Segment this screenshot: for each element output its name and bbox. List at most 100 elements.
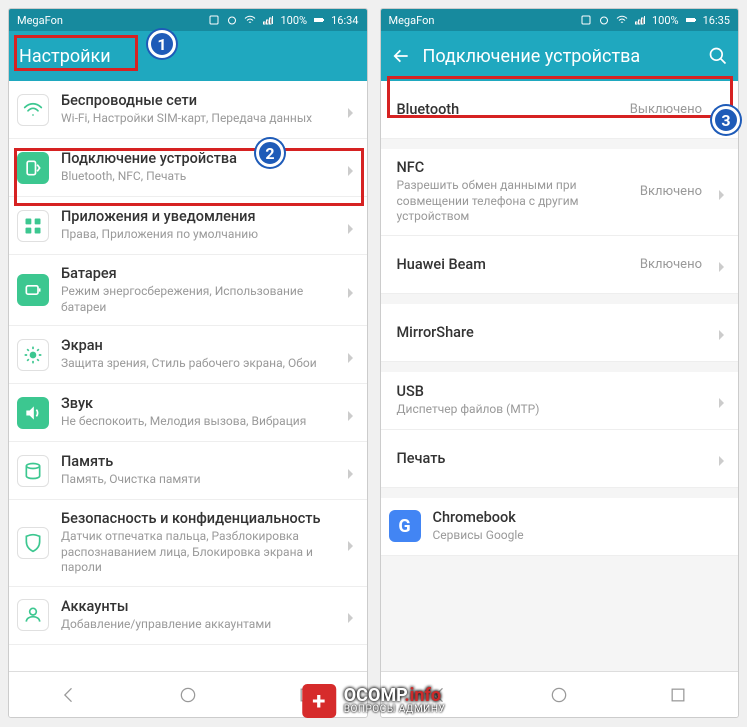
watermark-domain: .info	[404, 685, 441, 706]
row-title: Huawei Beam	[397, 256, 628, 273]
connection-list[interactable]: Bluetooth Выключено NFCРазрешить обмен д…	[381, 81, 739, 671]
status-bar: MegaFon 100% 16:34	[9, 9, 367, 31]
battery-icon	[685, 14, 697, 26]
row-print[interactable]: Печать	[381, 430, 739, 488]
chevron-right-icon	[347, 104, 355, 116]
phone-left: MegaFon 100% 16:34 Настройки Беспроводны…	[8, 8, 368, 718]
row-sub: Не беспокоить, Мелодия вызова, Вибрация	[61, 414, 335, 430]
row-security[interactable]: Безопасность и конфиденциальность Датчик …	[9, 500, 367, 587]
status-bar: MegaFon 100% 16:35	[381, 9, 739, 31]
row-title: Батарея	[61, 265, 335, 282]
row-device-connection[interactable]: Подключение устройстваBluetooth, NFC, Пе…	[9, 139, 367, 197]
watermark-icon: +	[302, 684, 336, 718]
nfc-status-icon	[208, 14, 220, 26]
row-storage[interactable]: Память Память, Очистка памяти	[9, 442, 367, 500]
alarm-icon	[226, 14, 238, 26]
row-value: Включено	[640, 184, 702, 199]
row-chromebook[interactable]: G Chromebook Сервисы Google	[381, 498, 739, 556]
chevron-right-icon	[718, 394, 726, 406]
settings-header: Настройки	[9, 31, 367, 81]
chevron-right-icon	[347, 537, 355, 549]
battery-label: 100%	[652, 14, 679, 27]
apps-icon	[17, 210, 49, 242]
chevron-right-icon	[718, 452, 726, 464]
chevron-right-icon	[347, 407, 355, 419]
row-title: Память	[61, 453, 335, 470]
chevron-right-icon	[347, 162, 355, 174]
row-sub: Диспетчер файлов (MTP)	[397, 402, 707, 418]
display-icon	[17, 339, 49, 371]
row-title: Беспроводные сети	[61, 92, 335, 109]
row-title: USB	[397, 383, 707, 400]
google-icon: G	[389, 510, 421, 542]
storage-icon	[17, 455, 49, 487]
chevron-right-icon	[347, 609, 355, 621]
time-label: 16:34	[331, 14, 358, 27]
chevron-right-icon	[347, 465, 355, 477]
device-connect-icon	[17, 152, 49, 184]
row-accounts[interactable]: АккаунтыДобавление/управление аккаунтами	[9, 587, 367, 645]
annotation-badge-3: 3	[712, 106, 740, 134]
row-title: Экран	[61, 337, 335, 354]
row-sound[interactable]: ЗвукНе беспокоить, Мелодия вызова, Вибра…	[9, 384, 367, 442]
chevron-right-icon	[347, 349, 355, 361]
row-title: Безопасность и конфиденциальность	[61, 510, 335, 527]
battery-icon	[17, 274, 49, 306]
row-apps[interactable]: Приложения и уведомленияПрава, Приложени…	[9, 197, 367, 255]
watermark: + OCOMP.info ВОПРОСЫ АДМИНУ	[302, 684, 446, 718]
settings-list[interactable]: Беспроводные сети Wi-Fi, Настройки SIM-ка…	[9, 81, 367, 671]
home-nav-button[interactable]	[549, 685, 569, 705]
row-sub: Bluetooth, NFC, Печать	[61, 169, 335, 185]
search-button[interactable]	[708, 46, 728, 66]
alarm-icon	[598, 14, 610, 26]
signal-icon	[262, 14, 274, 26]
wifi-icon	[616, 14, 628, 26]
row-value: Включено	[640, 257, 702, 272]
row-nfc[interactable]: NFCРазрешить обмен данными при совмещени…	[381, 149, 739, 236]
row-sub: Защита зрения, Стиль рабочего экрана, Об…	[61, 356, 335, 372]
chevron-right-icon	[718, 186, 726, 198]
watermark-name: OCOMP	[344, 685, 405, 706]
row-title: MirrorShare	[397, 324, 707, 341]
header-title: Подключение устройства	[423, 46, 641, 67]
row-huawei-beam[interactable]: Huawei Beam Включено	[381, 236, 739, 294]
row-mirrorshare[interactable]: MirrorShare	[381, 304, 739, 362]
row-title: Chromebook	[433, 509, 727, 526]
recent-nav-button[interactable]	[668, 685, 688, 705]
row-value: Выключено	[630, 102, 702, 117]
accounts-icon	[17, 599, 49, 631]
back-nav-button[interactable]	[59, 685, 79, 705]
row-bluetooth[interactable]: Bluetooth Выключено	[381, 81, 739, 139]
row-wireless[interactable]: Беспроводные сети Wi-Fi, Настройки SIM-ка…	[9, 81, 367, 139]
row-sub: Сервисы Google	[433, 528, 727, 544]
chevron-right-icon	[718, 258, 726, 270]
row-sub: Wi-Fi, Настройки SIM-карт, Передача данн…	[61, 111, 335, 127]
sound-icon	[17, 397, 49, 429]
chevron-right-icon	[718, 326, 726, 338]
annotation-badge-1: 1	[148, 30, 176, 58]
chevron-right-icon	[347, 220, 355, 232]
row-title: Печать	[397, 450, 707, 467]
row-title: Аккаунты	[61, 598, 335, 615]
wifi-icon	[244, 14, 256, 26]
security-icon	[17, 527, 49, 559]
chevron-right-icon	[347, 284, 355, 296]
carrier-label: MegaFon	[17, 14, 63, 27]
row-sub: Память, Очистка памяти	[61, 472, 335, 488]
row-sub: Разрешить обмен данными при совмещении т…	[397, 178, 628, 225]
row-title: Bluetooth	[397, 101, 618, 118]
nfc-status-icon	[580, 14, 592, 26]
row-usb[interactable]: USB Диспетчер файлов (MTP)	[381, 372, 739, 430]
row-battery[interactable]: Батарея Режим энергосбережения, Использов…	[9, 255, 367, 326]
battery-label: 100%	[280, 14, 307, 27]
home-nav-button[interactable]	[178, 685, 198, 705]
row-sub: Режим энергосбережения, Использование ба…	[61, 284, 335, 315]
row-title: Приложения и уведомления	[61, 208, 335, 225]
annotation-badge-2: 2	[256, 139, 284, 167]
back-button[interactable]	[391, 46, 411, 66]
row-display[interactable]: Экран Защита зрения, Стиль рабочего экран…	[9, 326, 367, 384]
battery-icon	[313, 14, 325, 26]
row-sub: Датчик отпечатка пальца, Разблокировка р…	[61, 529, 335, 576]
phone-right: MegaFon 100% 16:35 Подключение устройств…	[380, 8, 740, 718]
connection-header: Подключение устройства	[381, 31, 739, 81]
